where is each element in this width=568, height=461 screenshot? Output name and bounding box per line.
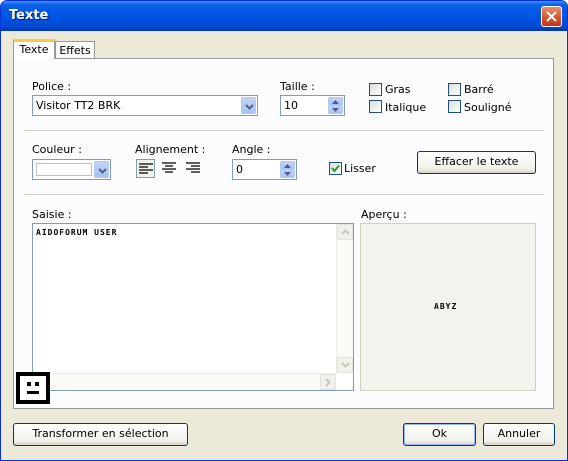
tab-panel: Police : Visitor TT2 BRK Taille : 10 Gra… — [13, 58, 554, 409]
size-decrease-button[interactable] — [328, 105, 343, 114]
strikethrough-checkbox[interactable] — [448, 83, 461, 96]
underline-checkbox[interactable] — [448, 100, 461, 113]
chevron-down-icon — [98, 168, 107, 174]
chevron-down-icon — [341, 362, 350, 368]
color-dropdown-button[interactable] — [94, 161, 109, 178]
align-right-icon — [186, 162, 200, 173]
scroll-right-button[interactable] — [320, 374, 336, 390]
window-title: Texte — [9, 8, 49, 23]
vertical-scrollbar[interactable] — [336, 224, 353, 373]
angle-decrease-button[interactable] — [280, 169, 295, 178]
font-value: Visitor TT2 BRK — [36, 99, 121, 112]
bold-checkbox[interactable] — [369, 83, 382, 96]
angle-value: 0 — [236, 163, 243, 176]
check-icon — [331, 164, 340, 173]
align-center-button[interactable] — [160, 159, 179, 178]
color-swatch — [36, 163, 92, 176]
smiley-cursor-icon — [16, 372, 50, 404]
angle-spinner[interactable]: 0 — [232, 159, 297, 180]
preview-sample: ABYZ — [434, 302, 458, 311]
pixel-face-icon — [16, 372, 50, 404]
strikethrough-label: Barré — [464, 83, 494, 96]
align-left-button[interactable] — [136, 159, 155, 178]
preview-box: ABYZ — [360, 223, 536, 391]
arrow-down-icon — [332, 108, 339, 112]
font-label: Police : — [32, 80, 72, 93]
clear-text-button[interactable]: Effacer le texte — [417, 151, 536, 174]
align-left-icon — [139, 163, 153, 174]
align-center-icon — [162, 162, 176, 173]
divider — [24, 130, 544, 132]
size-spinner[interactable]: 10 — [280, 95, 345, 116]
close-icon — [546, 11, 557, 22]
angle-label: Angle : — [232, 143, 271, 156]
size-label: Taille : — [280, 80, 315, 93]
text-dialog: Texte Texte Effets Police : Visitor TT2 … — [0, 0, 568, 461]
chevron-right-icon — [325, 378, 331, 387]
font-select[interactable]: Visitor TT2 BRK — [32, 95, 258, 116]
arrow-up-icon — [332, 100, 339, 104]
color-select[interactable] — [32, 159, 111, 180]
align-right-button[interactable] — [184, 159, 203, 178]
horizontal-scrollbar[interactable] — [33, 373, 336, 390]
italic-checkbox[interactable] — [369, 100, 382, 113]
arrow-up-icon — [284, 164, 291, 168]
bold-label: Gras — [385, 83, 411, 96]
scroll-down-button[interactable] — [337, 357, 353, 373]
ok-button[interactable]: Ok — [403, 423, 476, 446]
font-dropdown-button[interactable] — [241, 97, 256, 114]
text-input-area[interactable]: AIDOFORUM USER — [32, 223, 354, 391]
scroll-up-button[interactable] — [337, 224, 353, 240]
alignment-label: Alignement : — [135, 143, 206, 156]
title-bar[interactable]: Texte — [1, 1, 567, 31]
italic-label: Italique — [385, 101, 427, 114]
tab-texte-label: Texte — [19, 43, 49, 56]
size-value: 10 — [284, 99, 298, 112]
tab-texte[interactable]: Texte — [13, 39, 55, 59]
arrow-down-icon — [284, 172, 291, 176]
smooth-label: Lisser — [344, 162, 376, 175]
input-text: AIDOFORUM USER — [36, 228, 118, 237]
tab-effets-label: Effets — [59, 44, 91, 57]
transform-selection-button[interactable]: Transformer en sélection — [13, 423, 188, 446]
divider — [24, 194, 544, 196]
color-label: Couleur : — [32, 143, 82, 156]
chevron-down-icon — [245, 104, 254, 110]
preview-label: Aperçu : — [361, 208, 407, 221]
underline-label: Souligné — [464, 101, 512, 114]
chevron-up-icon — [341, 229, 350, 235]
smooth-checkbox[interactable] — [329, 162, 342, 175]
close-button[interactable] — [541, 6, 562, 27]
cancel-button[interactable]: Annuler — [483, 423, 555, 446]
input-label: Saisie : — [32, 208, 72, 221]
